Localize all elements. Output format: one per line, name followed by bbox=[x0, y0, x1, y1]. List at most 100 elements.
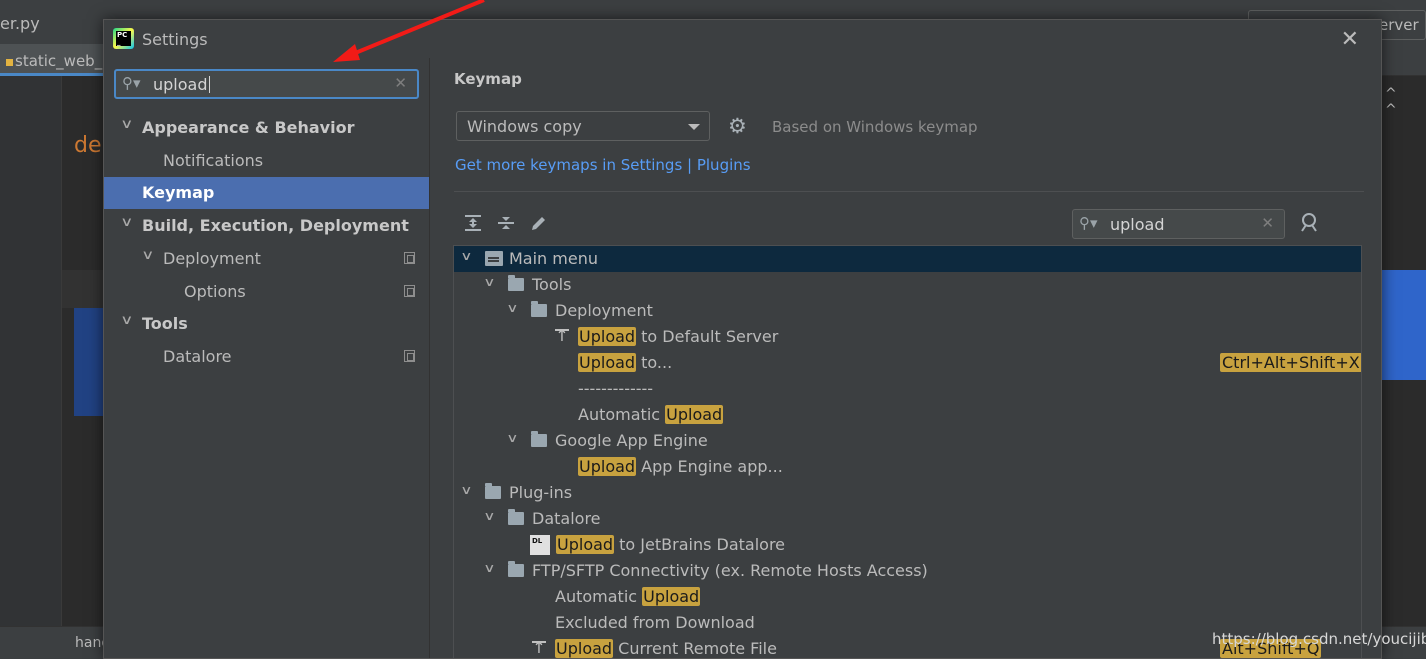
chevron-down-icon[interactable]: ∨ bbox=[460, 249, 472, 263]
gear-icon[interactable]: ⚙ bbox=[728, 114, 752, 138]
action-text-suffix: to Default Server bbox=[636, 327, 779, 346]
sidebar-item-datalore[interactable]: Datalore bbox=[104, 341, 429, 373]
action-text-prefix: Automatic bbox=[555, 587, 643, 606]
chevron-down-icon[interactable]: ∨ bbox=[120, 215, 133, 230]
action-text-suffix: to JetBrains Datalore bbox=[614, 535, 786, 554]
keymap-action-label: Automatic Upload bbox=[578, 405, 724, 424]
sidebar-item-options[interactable]: Options bbox=[104, 276, 429, 308]
keymap-action-row[interactable]: ------------- bbox=[454, 376, 1361, 402]
search-icon: ⚲▾ bbox=[1079, 214, 1098, 232]
ide-file-name[interactable]: er.py bbox=[0, 14, 40, 33]
chevron-down-icon[interactable]: ∨ bbox=[506, 431, 518, 445]
keymap-action-row[interactable]: DL Upload to JetBrains Datalore bbox=[454, 532, 1361, 558]
sidebar-item-label: Options bbox=[184, 281, 246, 301]
keymap-action-row[interactable]: ∨ Google App Engine bbox=[454, 428, 1361, 454]
keymap-action-row[interactable]: ∨ Datalore bbox=[454, 506, 1361, 532]
clear-search-icon[interactable]: ✕ bbox=[394, 74, 407, 92]
upload-icon: ↑ bbox=[532, 638, 546, 657]
caret-line-highlight bbox=[62, 270, 104, 308]
sidebar-item-label: Notifications bbox=[163, 150, 264, 170]
watermark: https://blog.csdn.net/youcijibi bbox=[1212, 630, 1426, 648]
chevron-down-icon[interactable]: ∨ bbox=[483, 561, 495, 575]
sidebar-item-label: Build, Execution, Deployment bbox=[142, 216, 409, 236]
keymap-dropdown-value: Windows copy bbox=[467, 117, 582, 136]
edit-icon[interactable] bbox=[528, 213, 550, 235]
keymap-action-label: Excluded from Download bbox=[555, 613, 755, 632]
based-on-label: Based on Windows keymap bbox=[772, 118, 978, 136]
keymap-panel: Keymap Windows copy ⚙ Based on Windows k… bbox=[429, 58, 1381, 658]
main-menu-icon bbox=[485, 251, 503, 266]
keymap-action-row[interactable]: Upload App Engine app... bbox=[454, 454, 1361, 480]
search-match-highlight: Upload bbox=[556, 535, 615, 554]
keymap-action-row[interactable]: Automatic Upload bbox=[454, 584, 1361, 610]
keymap-action-label: FTP/SFTP Connectivity (ex. Remote Hosts … bbox=[532, 561, 928, 580]
keymap-actions-tree[interactable]: ∨ Main menu ∨ Tools ∨ Deployment ↑ Upload to De… bbox=[453, 245, 1362, 658]
keymap-action-row[interactable]: ↑ Upload to Default Server bbox=[454, 324, 1361, 350]
code-keyword: de bbox=[74, 133, 102, 158]
close-icon[interactable]: ✕ bbox=[1341, 27, 1359, 52]
collapse-all-icon[interactable] bbox=[495, 213, 517, 235]
search-match-highlight: Upload bbox=[665, 405, 724, 424]
sidebar-item-keymap[interactable]: Keymap bbox=[104, 177, 429, 210]
sidebar-item-appearance-behavior[interactable]: ∨ Appearance & Behavior bbox=[104, 112, 429, 144]
editor-nav-arrows[interactable]: ^ ^ bbox=[1385, 86, 1426, 118]
keymap-search-field[interactable]: ⚲▾ upload ✕ bbox=[1072, 209, 1285, 239]
editor-tab[interactable]: static_web_se bbox=[0, 44, 104, 76]
project-settings-icon bbox=[404, 284, 415, 297]
settings-search-input[interactable]: upload bbox=[153, 75, 210, 94]
sidebar-item-tools[interactable]: ∨ Tools bbox=[104, 308, 429, 340]
keymap-action-label: Automatic Upload bbox=[555, 587, 701, 606]
chevron-down-icon[interactable]: ∨ bbox=[120, 117, 133, 132]
datalore-icon: DL bbox=[530, 535, 550, 555]
keymap-action-label: Upload to... bbox=[578, 353, 672, 372]
expand-all-icon[interactable] bbox=[462, 213, 484, 235]
search-match-highlight: Upload bbox=[578, 353, 637, 372]
dialog-title: Settings bbox=[142, 30, 208, 49]
chevron-down-icon[interactable]: ∨ bbox=[483, 275, 495, 289]
chevron-down-icon bbox=[688, 124, 700, 130]
settings-sidebar: ⚲▾ upload ✕ ∨ Appearance & Behavior Notifi… bbox=[104, 58, 429, 658]
shortcut-badge: Ctrl+Alt+Shift+X bbox=[1220, 353, 1361, 372]
divider bbox=[454, 191, 1364, 192]
search-icon: ⚲▾ bbox=[122, 74, 141, 92]
clear-search-icon[interactable]: ✕ bbox=[1261, 214, 1274, 232]
keymap-action-row[interactable]: ∨ Plug-ins bbox=[454, 480, 1361, 506]
search-match-highlight: Upload bbox=[555, 639, 614, 658]
keymap-action-label: Google App Engine bbox=[555, 431, 708, 450]
keymap-action-row[interactable]: ∨ Deployment bbox=[454, 298, 1361, 324]
keymap-action-row[interactable]: ∨ FTP/SFTP Connectivity (ex. Remote Hosts… bbox=[454, 558, 1361, 584]
keymap-action-label: Tools bbox=[532, 275, 572, 294]
keymap-action-row[interactable]: ∨ Main menu bbox=[454, 246, 1361, 272]
sidebar-item-build-execution-deployment[interactable]: ∨ Build, Execution, Deployment bbox=[104, 210, 429, 242]
keymap-action-row[interactable]: ∨ Tools bbox=[454, 272, 1361, 298]
settings-dialog: PC _ Settings ✕ ⚲▾ upload ✕ ∨ Appearance &… bbox=[103, 19, 1382, 659]
keymap-action-label: Deployment bbox=[555, 301, 653, 320]
keymap-action-row[interactable]: Upload to... Ctrl+Alt+Shift+X bbox=[454, 350, 1361, 376]
keymap-search-input[interactable]: upload bbox=[1110, 215, 1165, 234]
folder-icon bbox=[508, 275, 524, 291]
keymap-action-row[interactable]: Automatic Upload bbox=[454, 402, 1361, 428]
sidebar-item-label: Datalore bbox=[163, 346, 232, 366]
editor-selection-right bbox=[1382, 270, 1426, 380]
keymap-action-label: Upload Current Remote File bbox=[555, 639, 777, 658]
chevron-down-icon[interactable]: ∨ bbox=[483, 509, 495, 523]
sidebar-item-label: Tools bbox=[142, 314, 188, 334]
get-more-keymaps-link[interactable]: Get more keymaps in Settings | Plugins bbox=[455, 156, 751, 174]
editor-gutter bbox=[0, 76, 62, 626]
chevron-down-icon[interactable]: ∨ bbox=[506, 301, 518, 315]
search-match-highlight: Upload bbox=[578, 327, 637, 346]
action-text-prefix: Automatic bbox=[578, 405, 666, 424]
dialog-title-bar[interactable]: PC _ Settings ✕ bbox=[104, 20, 1381, 58]
keymap-dropdown[interactable]: Windows copy bbox=[456, 111, 710, 141]
keymap-action-label: Datalore bbox=[532, 509, 601, 528]
settings-search-field[interactable]: ⚲▾ upload ✕ bbox=[114, 69, 419, 99]
sidebar-item-deployment[interactable]: ∨ Deployment bbox=[104, 243, 429, 275]
chevron-down-icon[interactable]: ∨ bbox=[141, 248, 154, 263]
sidebar-item-label: Keymap bbox=[142, 183, 215, 203]
project-settings-icon bbox=[404, 349, 415, 362]
folder-icon bbox=[485, 483, 501, 499]
chevron-down-icon[interactable]: ∨ bbox=[460, 483, 472, 497]
find-by-shortcut-icon[interactable] bbox=[1296, 211, 1322, 237]
sidebar-item-notifications[interactable]: Notifications bbox=[104, 145, 429, 177]
chevron-down-icon[interactable]: ∨ bbox=[120, 313, 133, 328]
